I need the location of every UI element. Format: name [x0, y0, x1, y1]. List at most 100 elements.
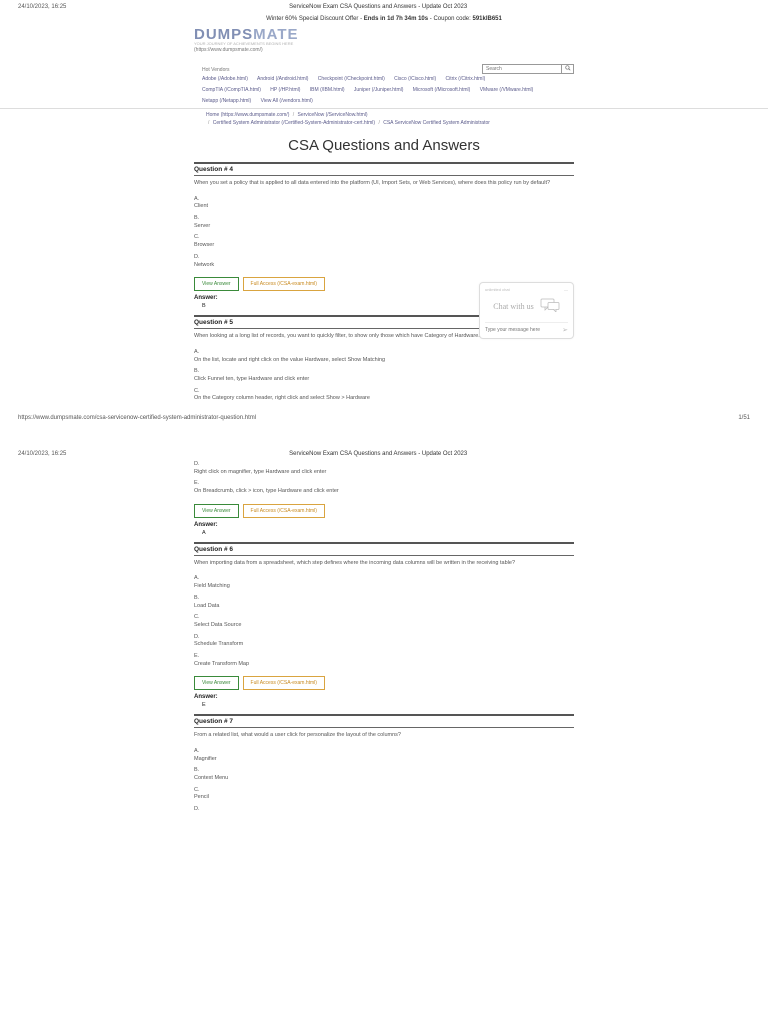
promo-prefix: Winter 60% Special Discount Offer - [266, 16, 364, 22]
option-text: Field Matching [194, 583, 230, 589]
option-text: On the list, locate and right click on t… [194, 357, 385, 363]
answer-value: A [202, 530, 574, 536]
chat-send-icon[interactable]: ➢ [562, 326, 568, 334]
print-title: ServiceNow Exam CSA Questions and Answer… [66, 4, 690, 10]
option-text: Browser [194, 242, 214, 248]
brand-tagline: YOUR JOURNEY OF ACHIEVEMENTS BEGINS HERE [194, 41, 293, 46]
chat-widget: unlimited chat — Chat with us ➢ [479, 282, 574, 339]
print-title: ServiceNow Exam CSA Questions and Answer… [66, 451, 690, 457]
breadcrumb-sep: / [208, 120, 209, 126]
option-text: Magnifier [194, 756, 217, 762]
option-text: Click Funnel ten, type Hardware and clic… [194, 376, 309, 382]
option-label: D. [194, 634, 574, 642]
question-header: Question # 6 [194, 544, 574, 556]
promo-ends-label: Ends in [364, 16, 386, 22]
question-header: Question # 7 [194, 716, 574, 728]
promo-coupon-label: - Coupon code: [430, 16, 473, 22]
answer-label: Answer: [194, 694, 574, 700]
vendor-links-row3: Netapp (/Netapp.html) View All (/vendors… [202, 97, 574, 105]
option-text: Network [194, 262, 214, 268]
option-label: C. [194, 388, 574, 396]
question-text: When you set a policy that is applied to… [194, 180, 574, 188]
vendor-link[interactable]: VMware (/VMware.html) [480, 87, 534, 93]
vendor-link[interactable]: Netapp (/Netapp.html) [202, 98, 251, 104]
vendor-link[interactable]: Citrix (/Citrix.html) [446, 76, 486, 82]
search-input[interactable] [482, 64, 562, 74]
breadcrumb-vendor[interactable]: ServiceNow (/ServiceNow.html) [298, 112, 368, 118]
option-label: E. [194, 480, 574, 488]
vendor-link[interactable]: Juniper (/Juniper.html) [354, 87, 403, 93]
footer-url: https://www.dumpsmate.com/csa-servicenow… [18, 415, 256, 421]
vendor-link[interactable]: Adobe (/Adobe.html) [202, 76, 248, 82]
breadcrumb: Home (https://www.dumpsmate.com/) / Serv… [206, 112, 574, 127]
print-datetime: 24/10/2023, 16:25 [18, 451, 66, 457]
breadcrumb-sep: / [378, 120, 379, 126]
vendor-link[interactable]: Android (/Android.html) [257, 76, 308, 82]
option-text: Select Data Source [194, 622, 241, 628]
promo-countdown: 1d 7h 34m 10s [387, 16, 428, 22]
vendor-links-row2: CompTIA (/CompTIA.html) HP (/HP.html) IB… [202, 86, 574, 94]
option-text: On the Category column header, right cli… [194, 395, 370, 401]
breadcrumb-exam: CSA ServiceNow Certified System Administ… [383, 120, 490, 126]
question-header: Question # 4 [194, 164, 574, 176]
breadcrumb-sep: / [293, 112, 294, 118]
option-label: B. [194, 595, 574, 603]
brand-url: (https://www.dumpsmate.com/) [194, 47, 263, 53]
option-text: Right click on magnifier, type Hardware … [194, 469, 326, 475]
vendor-link[interactable]: CompTIA (/CompTIA.html) [202, 87, 261, 93]
option-label: C. [194, 614, 574, 622]
chat-bubble-icon [540, 298, 560, 314]
promo-coupon: 591klB651 [472, 16, 501, 22]
option-text: Context Menu [194, 775, 228, 781]
page-title: CSA Questions and Answers [194, 137, 574, 154]
option-label: C. [194, 234, 574, 242]
option-text: Client [194, 203, 208, 209]
section-divider [0, 108, 768, 109]
minimize-icon[interactable]: — [564, 287, 568, 292]
option-label: B. [194, 767, 574, 775]
breadcrumb-cert[interactable]: Certified System Administrator (/Certifi… [213, 120, 375, 126]
view-answer-button[interactable]: View Answer [194, 277, 239, 291]
option-label: A. [194, 748, 574, 756]
option-label: A. [194, 349, 574, 357]
option-text: On Breadcrumb, click > icon, type Hardwa… [194, 488, 339, 494]
search-button[interactable] [562, 64, 574, 74]
option-label: C. [194, 787, 574, 795]
answer-value: E [202, 702, 574, 708]
view-answer-button[interactable]: View Answer [194, 504, 239, 518]
full-access-button[interactable]: Full Access (/CSA-exam.html) [243, 676, 325, 690]
option-label: D. [194, 254, 574, 262]
answer-label: Answer: [194, 522, 574, 528]
full-access-button[interactable]: Full Access (/CSA-exam.html) [243, 504, 325, 518]
question-text: From a related list, what would a user c… [194, 732, 574, 740]
vendor-link[interactable]: Microsoft (/Microsoft.html) [413, 87, 471, 93]
option-label: B. [194, 215, 574, 223]
full-access-button[interactable]: Full Access (/CSA-exam.html) [243, 277, 325, 291]
option-label: A. [194, 196, 574, 204]
option-label: D. [194, 461, 574, 469]
option-label: D. [194, 806, 574, 814]
vendor-link[interactable]: Checkpoint (/Checkpoint.html) [318, 76, 385, 82]
chat-input[interactable] [485, 327, 562, 333]
question-text: When importing data from a spreadsheet, … [194, 560, 574, 568]
vendor-link[interactable]: HP (/HP.html) [270, 87, 300, 93]
vendor-link[interactable]: View All (/vendors.html) [261, 98, 313, 104]
view-answer-button[interactable]: View Answer [194, 676, 239, 690]
promo-banner: Winter 60% Special Discount Offer - Ends… [0, 16, 768, 22]
option-text: Pencil [194, 794, 209, 800]
option-text: Load Data [194, 603, 219, 609]
option-label: A. [194, 575, 574, 583]
vendor-link[interactable]: Cisco (/Cisco.html) [394, 76, 436, 82]
breadcrumb-home[interactable]: Home (https://www.dumpsmate.com/) [206, 112, 289, 118]
print-datetime: 24/10/2023, 16:25 [18, 4, 66, 10]
option-text: Server [194, 223, 210, 229]
option-label: B. [194, 368, 574, 376]
footer-page: 1/51 [738, 415, 750, 421]
option-text: Schedule Transform [194, 641, 243, 647]
chat-title: Chat with us [493, 302, 533, 311]
search-icon [565, 65, 571, 73]
option-text: Create Transform Map [194, 661, 249, 667]
chat-subtitle: unlimited chat [485, 287, 510, 292]
vendor-links-row1: Adobe (/Adobe.html) Android (/Android.ht… [202, 75, 574, 83]
vendor-link[interactable]: IBM (/IBM.html) [310, 87, 345, 93]
